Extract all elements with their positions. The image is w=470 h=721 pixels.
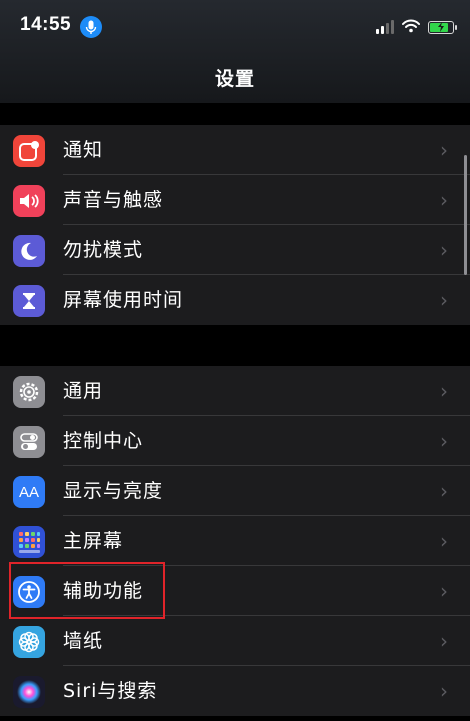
siri-icon <box>13 676 45 708</box>
settings-row-home-screen[interactable]: 主屏幕 › <box>0 516 470 566</box>
moon-icon <box>13 235 45 267</box>
hourglass-icon <box>13 285 45 317</box>
settings-row-do-not-disturb[interactable]: 勿扰模式 › <box>0 225 470 275</box>
highlight-box <box>9 562 165 619</box>
settings-row-label: 通知 <box>63 139 104 161</box>
chevron-right-icon: › <box>440 579 448 603</box>
settings-group-1: 通知 › 声音与触感 › 勿扰模式 › 屏幕使用时间 › <box>0 125 470 325</box>
settings-row-label: 控制中心 <box>63 430 144 452</box>
settings-row-label: 声音与触感 <box>63 189 164 211</box>
page-title: 设置 <box>214 68 255 90</box>
status-time: 14:55 <box>20 14 72 35</box>
settings-row-notifications[interactable]: 通知 › <box>0 125 470 175</box>
flower-icon <box>13 626 45 658</box>
settings-row-label: 墙纸 <box>63 630 104 652</box>
status-and-nav-header: 14:55 设置 <box>0 0 470 103</box>
settings-row-sounds[interactable]: 声音与触感 › <box>0 175 470 225</box>
home-grid-icon <box>13 526 45 558</box>
cellular-signal-icon <box>376 20 394 34</box>
chevron-right-icon: › <box>440 679 448 703</box>
wifi-icon <box>402 18 420 37</box>
chevron-right-icon: › <box>440 529 448 553</box>
settings-row-label: 显示与亮度 <box>63 480 164 502</box>
settings-row-wallpaper[interactable]: 墙纸 › <box>0 616 470 666</box>
settings-row-display-brightness[interactable]: AA 显示与亮度 › <box>0 466 470 516</box>
settings-row-label: 主屏幕 <box>63 530 124 552</box>
notification-icon <box>13 135 45 167</box>
settings-row-screen-time[interactable]: 屏幕使用时间 › <box>0 275 470 325</box>
settings-row-label: 屏幕使用时间 <box>63 289 184 311</box>
gear-icon <box>13 376 45 408</box>
chevron-right-icon: › <box>440 138 448 162</box>
speaker-icon <box>13 185 45 217</box>
chevron-right-icon: › <box>440 238 448 262</box>
settings-row-label: 通用 <box>63 380 104 402</box>
chevron-right-icon: › <box>440 379 448 403</box>
settings-row-siri-search[interactable]: Siri与搜索 › <box>0 666 470 716</box>
settings-group-2: 通用 › 控制中心 › AA 显示与亮度 › 主屏幕 › 辅助功能 › 墙纸 ›… <box>0 366 470 716</box>
chevron-right-icon: › <box>440 288 448 312</box>
status-indicators <box>376 17 457 37</box>
battery-icon <box>428 20 457 34</box>
chevron-right-icon: › <box>440 629 448 653</box>
settings-row-label: Siri与搜索 <box>63 680 158 702</box>
chevron-right-icon: › <box>440 429 448 453</box>
chevron-right-icon: › <box>440 479 448 503</box>
toggles-icon <box>13 426 45 458</box>
settings-row-control-center[interactable]: 控制中心 › <box>0 416 470 466</box>
chevron-right-icon: › <box>440 188 448 212</box>
scrollbar[interactable] <box>464 155 467 275</box>
text-size-icon: AA <box>13 476 45 508</box>
microphone-icon <box>80 16 102 38</box>
settings-row-general[interactable]: 通用 › <box>0 366 470 416</box>
settings-row-label: 勿扰模式 <box>63 239 144 261</box>
